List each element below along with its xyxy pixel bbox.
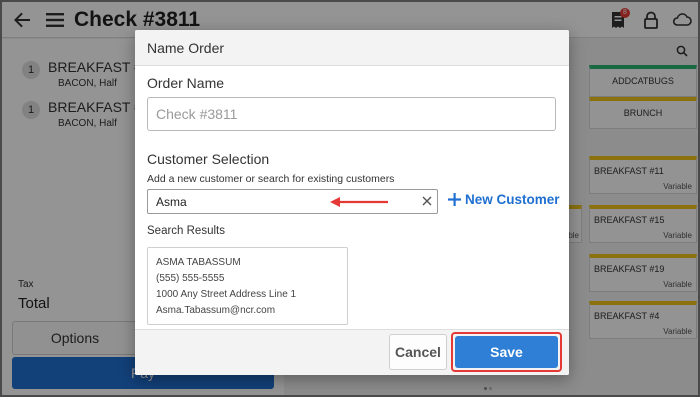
name-order-dialog: Name Order Order Name Customer Selection… xyxy=(135,30,569,375)
clear-icon[interactable] xyxy=(422,196,432,206)
result-customer-address: 1000 Any Street Address Line 1 xyxy=(156,289,297,300)
customer-selection-label: Customer Selection xyxy=(147,151,270,167)
order-name-label: Order Name xyxy=(147,75,225,91)
cancel-button[interactable]: Cancel xyxy=(389,334,447,370)
search-results-label: Search Results xyxy=(147,225,225,237)
customer-helper-text: Add a new customer or search for existin… xyxy=(147,173,395,185)
save-button[interactable]: Save xyxy=(455,336,558,368)
result-customer-name: ASMA TABASSUM xyxy=(156,257,241,268)
dialog-title: Name Order xyxy=(147,40,225,56)
result-customer-email: Asma.Tabassum@ncr.com xyxy=(156,305,276,316)
customer-search-field[interactable] xyxy=(147,189,438,214)
plus-icon xyxy=(448,193,461,206)
order-name-input[interactable] xyxy=(147,97,556,131)
customer-result-card[interactable]: ASMA TABASSUM (555) 555-5555 1000 Any St… xyxy=(147,247,348,325)
dialog-footer: Cancel Save xyxy=(135,329,569,375)
dialog-header: Name Order xyxy=(135,30,569,66)
new-customer-label: New Customer xyxy=(465,192,560,207)
new-customer-button[interactable]: New Customer xyxy=(448,190,560,212)
save-button-highlight: Save xyxy=(451,332,562,372)
app-frame: Check #3811 8 1 BREAKFAST #1 BACON, Half… xyxy=(0,0,700,397)
annotation-arrow-icon xyxy=(330,197,388,207)
result-customer-phone: (555) 555-5555 xyxy=(156,273,225,284)
